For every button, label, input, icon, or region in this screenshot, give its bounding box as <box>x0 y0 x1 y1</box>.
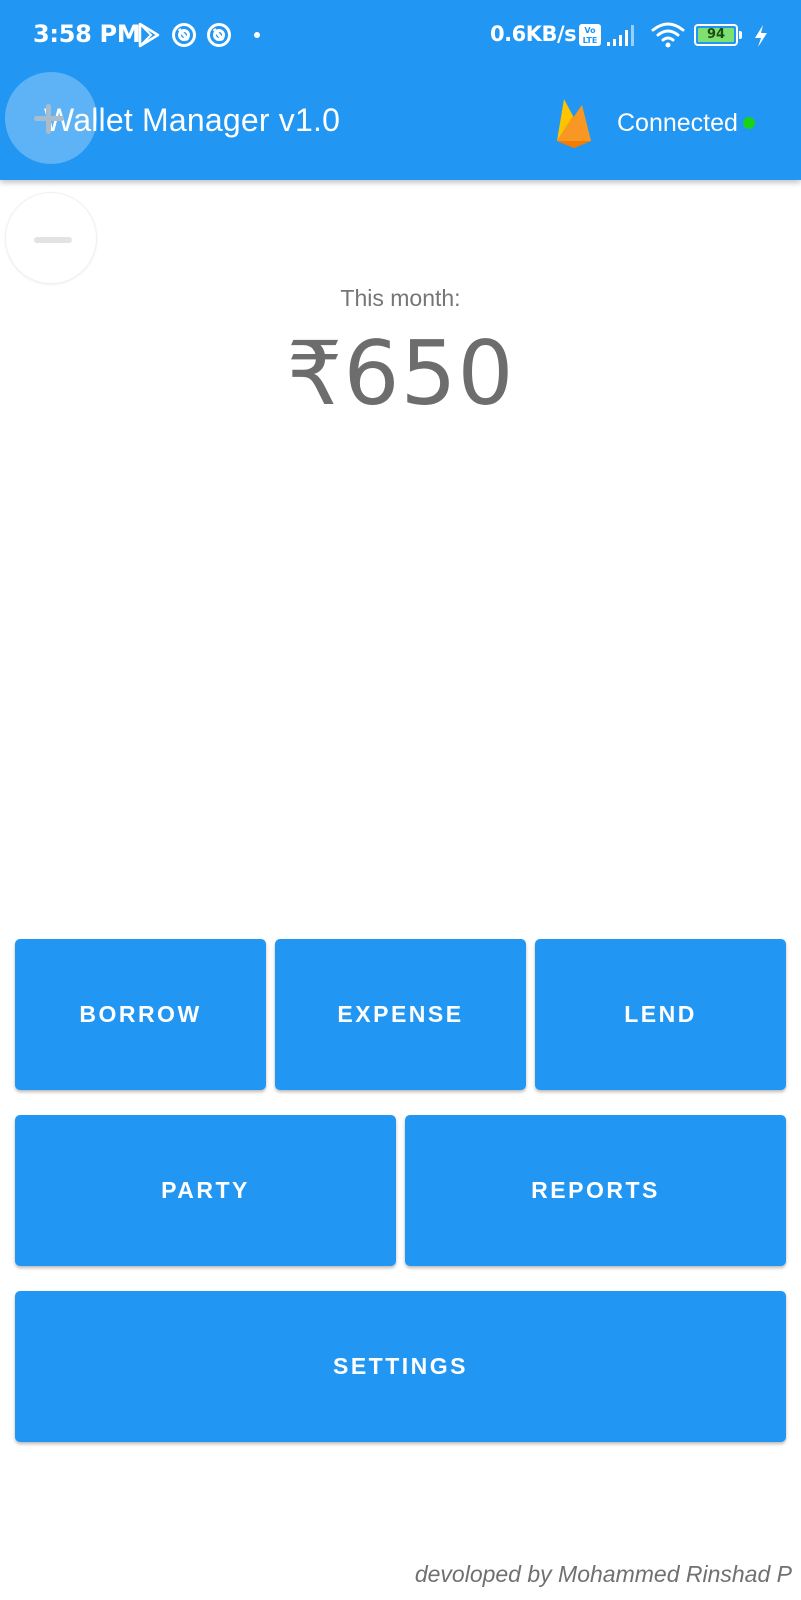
app-bar: 3:58 PM 0.6KB/s Vo LTE 94 Wallet Manager… <box>0 0 801 180</box>
app-notification-icon <box>207 23 231 47</box>
svg-text:Vo: Vo <box>584 26 596 35</box>
reports-button[interactable]: REPORTS <box>405 1115 786 1266</box>
status-time: 3:58 PM <box>33 20 141 48</box>
minus-icon <box>34 237 72 243</box>
expense-button[interactable]: EXPENSE <box>275 939 526 1090</box>
app-notification-icon <box>172 23 196 47</box>
svg-text:LTE: LTE <box>583 36 598 45</box>
play-store-icon <box>138 22 160 48</box>
month-amount: ₹650 <box>286 322 515 425</box>
status-bar: 3:58 PM 0.6KB/s Vo LTE 94 <box>0 0 801 72</box>
zoom-in-button[interactable] <box>5 72 97 164</box>
party-button[interactable]: PARTY <box>15 1115 396 1266</box>
charging-bolt-icon <box>755 25 767 47</box>
wifi-icon <box>651 22 685 48</box>
borrow-button[interactable]: BORROW <box>15 939 266 1090</box>
month-label: This month: <box>340 285 461 311</box>
settings-button[interactable]: SETTINGS <box>15 1291 786 1442</box>
battery-level: 94 <box>698 28 734 42</box>
volte-icon: Vo LTE <box>579 24 601 46</box>
developer-credit: devoloped by Mohammed Rinshad P <box>414 1561 792 1587</box>
connection-status: Connected <box>617 109 738 137</box>
connection-indicator <box>743 117 755 129</box>
lend-button[interactable]: LEND <box>535 939 786 1090</box>
battery-icon: 94 <box>694 24 742 46</box>
firebase-icon <box>557 99 591 148</box>
network-speed: 0.6KB/s <box>490 22 577 46</box>
signal-icon <box>607 25 634 46</box>
zoom-out-button[interactable] <box>5 192 97 284</box>
dot-icon <box>254 32 260 38</box>
